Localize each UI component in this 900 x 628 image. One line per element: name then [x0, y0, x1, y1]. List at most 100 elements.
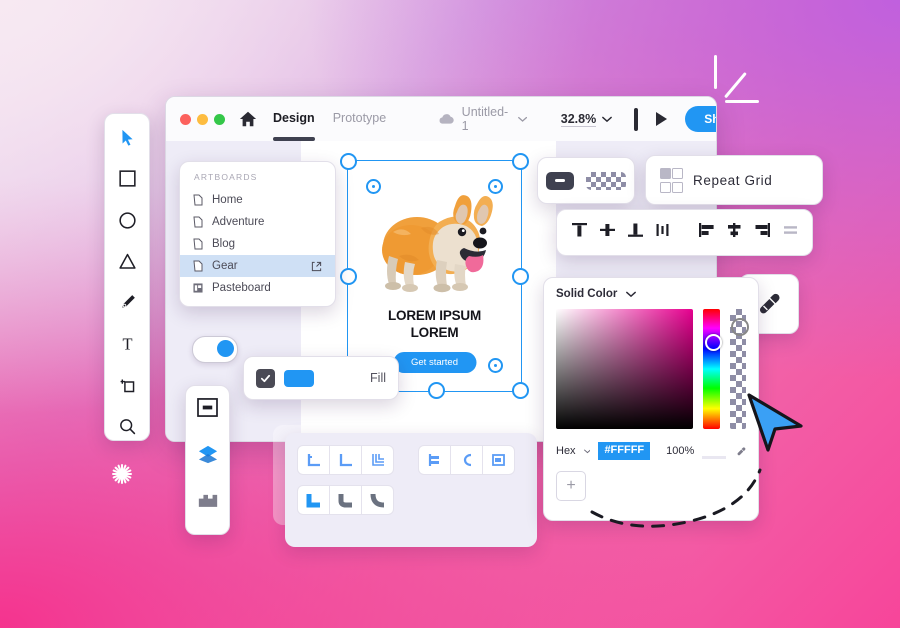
plugins-icon[interactable]	[197, 491, 219, 513]
saturation-value-area[interactable]	[556, 309, 693, 429]
pasteboard-icon	[193, 283, 203, 293]
artboard-item-home[interactable]: Home	[180, 189, 335, 211]
cursor-icon[interactable]	[113, 124, 141, 151]
close-window-icon[interactable]	[180, 113, 191, 125]
feature-toggle[interactable]	[192, 336, 238, 363]
ellipse-icon[interactable]	[113, 207, 141, 234]
align-toolbar	[556, 209, 813, 256]
handle-mid-left[interactable]	[340, 268, 357, 285]
color-format-label: Hex	[556, 445, 576, 457]
tools-toolbar: T	[104, 113, 150, 441]
artboard-item-gear[interactable]: Gear	[180, 255, 335, 277]
distribute-vertical-button[interactable]	[655, 222, 670, 243]
corner-options-panel	[285, 433, 537, 547]
get-started-button[interactable]: Get started	[393, 352, 476, 373]
text-align-1-button[interactable]	[418, 445, 451, 475]
align-bottom-button[interactable]	[627, 222, 644, 243]
maximize-window-icon[interactable]	[214, 113, 225, 125]
fill-color-swatch[interactable]	[284, 369, 314, 387]
corner-style-1-button[interactable]	[297, 445, 330, 475]
radius-small-button[interactable]	[330, 485, 362, 515]
align-left-button[interactable]	[698, 222, 715, 243]
radius-none-button[interactable]	[297, 485, 330, 515]
pen-icon[interactable]	[113, 289, 141, 316]
home-icon[interactable]	[239, 110, 257, 128]
phone-icon[interactable]	[634, 107, 639, 131]
eyedropper-icon	[759, 293, 780, 314]
canvas-heading: LOREM IPSUM LOREM	[347, 308, 522, 342]
handle-mid-right[interactable]	[512, 268, 529, 285]
check-icon	[260, 374, 271, 382]
text-align-3-button[interactable]	[483, 445, 515, 475]
artboards-panel-title: ARTBOARDS	[194, 172, 258, 182]
rectangle-icon[interactable]	[113, 165, 141, 192]
align-right-button[interactable]	[754, 222, 771, 243]
artboard-item-blog[interactable]: Blog	[180, 233, 335, 255]
corner-radius-bottom-right[interactable]	[488, 358, 503, 373]
handle-top-left[interactable]	[340, 153, 357, 170]
distribute-horizontal-button[interactable]	[782, 222, 799, 243]
zoom-control[interactable]: 32.8%	[560, 111, 613, 127]
color-mode-selector[interactable]: Solid Color	[556, 288, 746, 300]
handle-bottom-right[interactable]	[512, 382, 529, 399]
artboard-label: Pasteboard	[212, 282, 271, 294]
artboard-label: Gear	[212, 260, 238, 272]
panel-strip	[185, 385, 230, 535]
document-icon	[193, 238, 203, 250]
chevron-down-icon	[602, 116, 613, 122]
hue-slider[interactable]	[703, 309, 722, 429]
tab-design[interactable]: Design	[273, 111, 315, 141]
text-t-icon[interactable]: T	[113, 330, 141, 357]
artboards-panel: ARTBOARDS Home Adventure Blog Gear Paste…	[179, 161, 336, 307]
zoom-level-value: 32.8%	[560, 111, 597, 127]
document-name-control[interactable]: Untitled-1	[438, 105, 527, 133]
artboard-panel-icon[interactable]	[197, 398, 218, 422]
hue-slider-knob[interactable]	[705, 333, 722, 351]
document-icon	[193, 260, 203, 272]
magnifier-icon[interactable]	[113, 413, 141, 440]
corner-style-3-button[interactable]	[362, 445, 394, 475]
traffic-lights[interactable]	[180, 113, 225, 125]
corner-style-2-button[interactable]	[330, 445, 362, 475]
artboard-icon[interactable]	[113, 372, 141, 399]
repeat-grid-label: Repeat Grid	[693, 172, 773, 188]
opacity-panel	[537, 157, 635, 204]
svg-text:T: T	[122, 335, 132, 353]
text-align-2-button[interactable]	[451, 445, 483, 475]
artboard-item-pasteboard[interactable]: Pasteboard	[180, 277, 335, 299]
layers-icon[interactable]	[197, 444, 219, 469]
large-blue-cursor[interactable]	[744, 392, 806, 454]
repeat-grid-button[interactable]: Repeat Grid	[645, 155, 823, 205]
chevron-down-icon	[517, 116, 527, 122]
tab-prototype[interactable]: Prototype	[333, 111, 387, 127]
handle-bottom-mid[interactable]	[428, 382, 445, 399]
heading-line-1: LOREM IPSUM	[387, 308, 482, 323]
radius-group	[297, 485, 394, 515]
grid-2x2-icon	[660, 167, 683, 193]
color-mode-label: Solid Color	[556, 288, 618, 300]
add-swatch-button[interactable]: +	[556, 471, 586, 501]
align-top-button[interactable]	[571, 222, 588, 243]
corgi-dog-illustration	[382, 195, 493, 293]
fill-checkbox[interactable]	[256, 368, 275, 388]
corner-style-group	[297, 445, 394, 475]
handle-top-right[interactable]	[512, 153, 529, 170]
window-tabs: Design Prototype	[273, 111, 387, 141]
chevron-down-icon	[626, 291, 637, 297]
artboard-label: Adventure	[212, 216, 265, 228]
align-middle-vertical-button[interactable]	[599, 222, 616, 243]
alpha-slider-knob[interactable]	[731, 318, 749, 336]
corner-accent-lines	[712, 55, 772, 105]
transparency-checker-pill[interactable]	[586, 171, 626, 190]
share-button[interactable]: Share	[685, 106, 716, 132]
align-center-horizontal-button[interactable]	[726, 222, 743, 243]
heading-line-2: LOREM	[410, 324, 459, 340]
radius-large-button[interactable]	[362, 485, 394, 515]
toggle-knob	[217, 340, 234, 357]
opacity-minus-pill[interactable]	[546, 171, 574, 190]
artboard-item-adventure[interactable]: Adventure	[180, 211, 335, 233]
triangle-icon[interactable]	[113, 248, 141, 275]
external-link-icon[interactable]	[311, 261, 322, 272]
play-icon[interactable]	[656, 112, 668, 126]
minimize-window-icon[interactable]	[197, 113, 208, 125]
